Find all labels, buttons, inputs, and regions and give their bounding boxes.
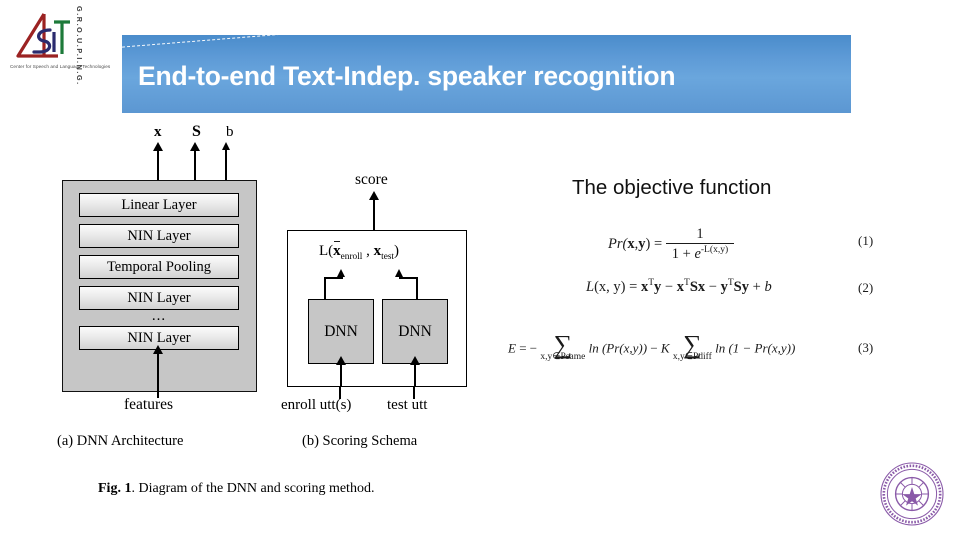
- eq1-den-exponent: -L(x,y): [700, 244, 729, 256]
- arrow-shaft-test-in: [414, 365, 416, 387]
- eq1-fraction: 1 1 + e-L(x,y): [665, 226, 735, 262]
- eq3-ln1: ln (Pr(x,y)): [588, 340, 648, 356]
- loss-xbar-enroll: x: [333, 241, 341, 259]
- figure-caption-number: Fig. 1: [98, 481, 132, 496]
- eq3-minus1: −: [529, 340, 538, 356]
- output-label-b: b: [226, 124, 234, 140]
- eq2-lhs: L: [586, 278, 595, 295]
- equation-1: Pr(x,y) = 1 1 + e-L(x,y): [608, 226, 735, 262]
- eq3-sum1-limit: x,y∈Psame: [540, 352, 586, 363]
- slide-canvas: G.R.O.U.P.I.N.G. Center for Speech and L…: [0, 0, 960, 540]
- eq2-plus: +: [752, 278, 761, 295]
- eq2-equals: =: [629, 278, 638, 295]
- score-output-label: score: [355, 171, 388, 188]
- eq2-term1-y: y: [654, 278, 662, 295]
- eq3-sum2: ∑ x,y∈Pdiff: [672, 331, 712, 363]
- eq1-denominator: 1 + e-L(x,y): [666, 244, 734, 262]
- eq2-minus2: −: [708, 278, 717, 295]
- eq3-sum1: ∑ x,y∈Psame: [540, 331, 586, 363]
- figure-caption: Fig. 1. Diagram of the DNN and scoring m…: [98, 481, 374, 497]
- banner-dashed-line: [122, 35, 561, 50]
- arrow-head-enroll-in: [336, 356, 346, 365]
- arrow-shaft-S: [194, 151, 196, 180]
- output-label-x: x: [154, 124, 162, 140]
- eq2-term2-x: x: [676, 278, 684, 295]
- layer-nin-1: NIN Layer: [79, 224, 239, 248]
- eq1-equals: =: [653, 235, 663, 252]
- arrow-head-b: [222, 142, 230, 150]
- input-label-features: features: [124, 396, 174, 413]
- loss-prefix: L(: [319, 243, 334, 259]
- input-label-test: test utt: [387, 397, 428, 413]
- eq3-minus2: −: [650, 340, 658, 356]
- loss-function-label: L(xenroll , xtest): [319, 241, 400, 262]
- eq2-minus1: −: [664, 278, 674, 295]
- eq1-den-prefix: 1 +: [671, 246, 695, 263]
- dnn-block-enroll: DNN: [308, 299, 374, 364]
- eq2-term3-Sy: Sy: [733, 278, 749, 295]
- eq3-equals: =: [519, 340, 527, 356]
- logo-tagline: Center for Speech and Language Technolog…: [10, 64, 111, 69]
- organization-logo: G.R.O.U.P.I.N.G. Center for Speech and L…: [6, 4, 111, 86]
- output-label-S: S: [192, 123, 201, 140]
- tsinghua-university-seal: [880, 462, 944, 526]
- title-banner: End-to-end Text-Indep. speaker recogniti…: [122, 35, 851, 113]
- equation-2-number: (2): [858, 280, 874, 295]
- cslt-logo-mark: [16, 13, 70, 58]
- arrow-shaft-features: [157, 354, 159, 398]
- eq2-args: (x, y): [594, 278, 626, 295]
- eq3-E: E: [508, 340, 516, 356]
- equation-3: E = − ∑ x,y∈Psame ln (Pr(x,y)) − K ∑ x,y…: [508, 331, 796, 363]
- arrow-head-S: [190, 142, 200, 151]
- figure-caption-text: . Diagram of the DNN and scoring method.: [131, 481, 375, 496]
- loss-separator: ,: [362, 243, 374, 259]
- loss-sub-enroll: enroll: [340, 252, 363, 262]
- arrow-head-left-elbow: [337, 269, 345, 277]
- eq1-x: x: [627, 235, 635, 252]
- eq3-ln2: ln (1 − Pr(x,y)): [715, 340, 796, 356]
- arrow-head-features: [153, 345, 163, 354]
- arrow-head-score: [369, 191, 379, 200]
- subcaption-a: (a) DNN Architecture: [57, 433, 184, 449]
- layer-linear: Linear Layer: [79, 193, 239, 217]
- logo-vertical-text: G.R.O.U.P.I.N.G.: [75, 6, 84, 86]
- equation-3-number: (3): [858, 340, 874, 355]
- objective-heading: The objective function: [572, 176, 772, 199]
- arrow-head-right-elbow: [395, 269, 403, 277]
- eq2-term2-Sx: Sx: [689, 278, 706, 295]
- layer-ellipsis: ...: [151, 308, 167, 324]
- eq1-lhs: Pr(: [608, 235, 628, 252]
- eq3-sum2-limit: x,y∈Pdiff: [672, 352, 712, 363]
- eq1-rparen: ): [645, 235, 651, 252]
- equation-1-number: (1): [858, 233, 874, 248]
- page-title: End-to-end Text-Indep. speaker recogniti…: [138, 61, 676, 91]
- subcaption-b: (b) Scoring Schema: [302, 433, 418, 449]
- eq1-numerator: 1: [665, 226, 735, 245]
- loss-sub-test: test: [381, 252, 395, 262]
- dnn-block-test: DNN: [382, 299, 448, 364]
- loss-x-test: x: [373, 243, 382, 259]
- elbow-left: [324, 277, 343, 301]
- scoring-schema-panel: L(xenroll , xtest) DNN DNN: [287, 230, 467, 387]
- eq2-bias: b: [764, 278, 772, 295]
- loss-suffix: ): [394, 243, 400, 259]
- arrow-shaft-b: [225, 150, 227, 180]
- dnn-architecture-panel: Linear Layer NIN Layer Temporal Pooling …: [62, 180, 257, 392]
- elbow-right: [399, 277, 418, 301]
- eq2-term3-y: y: [720, 278, 728, 295]
- arrow-head-test-in: [410, 356, 420, 365]
- layer-temporal-pooling: Temporal Pooling: [79, 255, 239, 279]
- figure-dnn-diagram: x S b Linear Layer NIN Layer Temporal Po…: [0, 118, 520, 518]
- eq3-K: K: [660, 340, 670, 356]
- equation-2: L(x, y) = xTy − xTSx − yTSy + b: [586, 277, 772, 296]
- arrow-shaft-enroll-in: [340, 365, 342, 387]
- input-label-enroll: enroll utt(s): [281, 397, 352, 413]
- layer-nin-2: NIN Layer: [79, 286, 239, 310]
- arrow-head-x: [153, 142, 163, 151]
